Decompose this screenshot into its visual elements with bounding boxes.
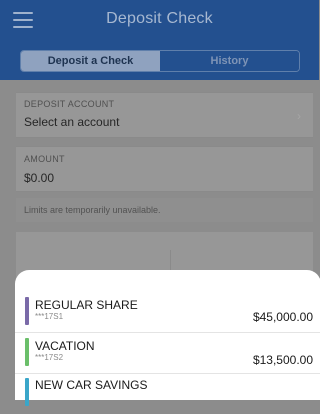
- account-name: REGULAR SHARE: [35, 298, 138, 312]
- page-title: Deposit Check: [106, 10, 213, 27]
- account-color-bar: [25, 297, 29, 325]
- account-row-vacation[interactable]: VACATION ***17S2 $13,500.00: [15, 333, 320, 374]
- account-name: VACATION: [35, 339, 95, 353]
- deposit-account-field[interactable]: DEPOSIT ACCOUNT Select an account ›: [16, 92, 313, 138]
- chevron-right-icon: ›: [297, 109, 301, 123]
- amount-caption: AMOUNT: [24, 154, 65, 164]
- account-color-bar: [25, 378, 29, 406]
- account-picker-sheet: REGULAR SHARE ***17S1 $45,000.00 VACATIO…: [15, 270, 320, 406]
- account-row-regular-share[interactable]: REGULAR SHARE ***17S1 $45,000.00: [15, 292, 320, 333]
- segmented-control: Deposit a Check History: [20, 50, 300, 72]
- app-header: Deposit Check Deposit a Check History: [0, 0, 319, 80]
- deposit-account-caption: DEPOSIT ACCOUNT: [24, 99, 115, 109]
- account-name: NEW CAR SAVINGS: [35, 378, 148, 392]
- account-balance: $13,500.00: [252, 353, 313, 367]
- account-number: ***17S2: [35, 353, 64, 362]
- deposit-account-value: Select an account: [24, 115, 120, 129]
- tab-history[interactable]: History: [160, 51, 299, 71]
- account-row-new-car-savings[interactable]: NEW CAR SAVINGS: [15, 374, 320, 414]
- account-balance: $45,000.00: [252, 310, 313, 324]
- amount-field[interactable]: AMOUNT $0.00: [16, 146, 313, 192]
- account-color-bar: [25, 338, 29, 366]
- account-number: ***17S1: [35, 312, 64, 321]
- amount-value: $0.00: [24, 171, 55, 185]
- limits-note: Limits are temporarily unavailable.: [16, 198, 313, 222]
- tab-deposit-a-check[interactable]: Deposit a Check: [21, 51, 160, 71]
